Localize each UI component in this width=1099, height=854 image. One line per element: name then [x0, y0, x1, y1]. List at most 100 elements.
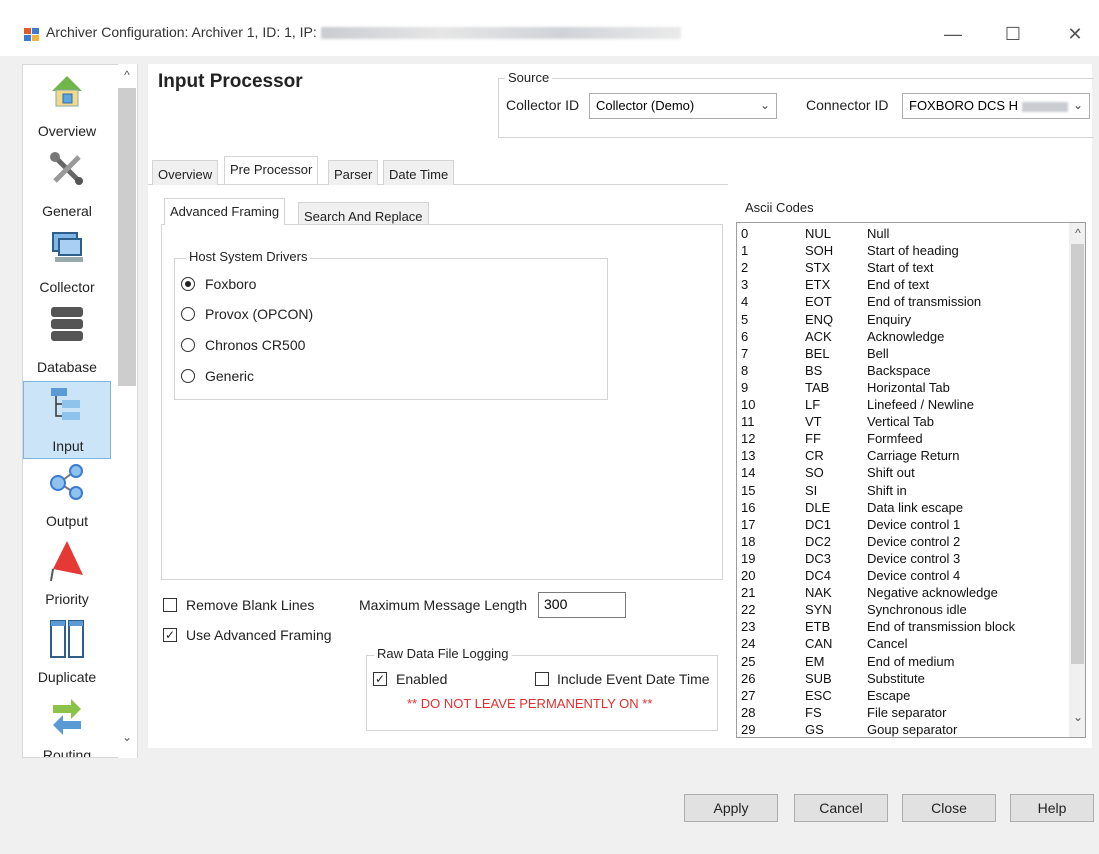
ascii-row[interactable]: 20 DC4 Device control 4 — [737, 567, 1067, 584]
ascii-row[interactable]: 25 EM End of medium — [737, 653, 1067, 670]
include-event-datetime-checkbox[interactable] — [535, 672, 549, 686]
remove-blank-lines-checkbox[interactable] — [163, 598, 177, 612]
ascii-scroll-down[interactable]: ⌄ — [1069, 710, 1087, 724]
ascii-scroll-thumb[interactable] — [1071, 244, 1084, 664]
ascii-code-number: 16 — [741, 499, 756, 515]
ascii-code-name: NAK — [805, 585, 832, 601]
ascii-row[interactable]: 22 SYN Synchronous idle — [737, 601, 1067, 618]
enabled-label: Enabled — [396, 671, 448, 687]
window-title: Archiver Configuration: Archiver 1, ID: … — [46, 24, 681, 40]
ascii-code-name: TAB — [805, 379, 830, 395]
enabled-checkbox[interactable]: ✓ — [373, 672, 387, 686]
ascii-row[interactable]: 17 DC1 Device control 1 — [737, 516, 1067, 533]
minimize-button[interactable]: — — [938, 22, 968, 46]
ascii-code-number: 24 — [741, 636, 756, 652]
ascii-code-number: 0 — [741, 226, 749, 241]
ascii-row[interactable]: 8 BS Backspace — [737, 362, 1067, 379]
source-group-title: Source — [505, 70, 553, 85]
max-message-length-label: Maximum Message Length — [359, 597, 528, 613]
nav-label: Collector — [39, 279, 95, 295]
cancel-button[interactable]: Cancel — [794, 794, 888, 822]
ascii-code-description: Substitute — [867, 670, 925, 686]
nav-label: Output — [45, 513, 89, 529]
nav-scroll-down[interactable]: ⌄ — [118, 730, 136, 744]
ascii-row[interactable]: 10 LF Linefeed / Newline — [737, 396, 1067, 413]
nav-item-output[interactable]: Output — [23, 461, 111, 537]
ascii-row[interactable]: 29 GS Goup separator — [737, 721, 1067, 737]
ascii-code-number: 23 — [741, 619, 756, 635]
ascii-row[interactable]: 27 ESC Escape — [737, 687, 1067, 704]
ascii-code-name: FF — [805, 431, 821, 447]
ascii-row[interactable]: 11 VT Vertical Tab — [737, 413, 1067, 430]
nav-scroll-thumb[interactable] — [118, 88, 136, 386]
ascii-row[interactable]: 23 ETB End of transmission block — [737, 618, 1067, 635]
close-button[interactable]: Close — [902, 794, 996, 822]
ascii-row[interactable]: 19 DC3 Device control 3 — [737, 550, 1067, 567]
ascii-row[interactable]: 24 CAN Cancel — [737, 635, 1067, 652]
ascii-row[interactable]: 5 ENQ Enquiry — [737, 311, 1067, 328]
ascii-code-number: 29 — [741, 721, 756, 737]
nav-item-duplicate[interactable]: Duplicate — [23, 617, 111, 693]
ascii-codes-list[interactable]: 0 NUL Null 1 SOH Start of heading 2 STX Start of… — [736, 222, 1086, 738]
nav-scroll-up[interactable]: ^ — [118, 68, 136, 82]
radio-button[interactable] — [181, 338, 195, 352]
ascii-row[interactable]: 21 NAK Negative acknowledge — [737, 584, 1067, 601]
connector-id-select[interactable]: FOXBORO DCS H ⌄ — [902, 93, 1090, 119]
ascii-row[interactable]: 4 EOT End of transmission — [737, 293, 1067, 310]
ascii-row[interactable]: 2 STX Start of text — [737, 259, 1067, 276]
tab-parser[interactable]: Parser — [328, 160, 379, 185]
ascii-row[interactable]: 28 FS File separator — [737, 704, 1067, 721]
max-message-length-input[interactable]: 300 — [538, 592, 626, 618]
ascii-row[interactable]: 12 FF Formfeed — [737, 430, 1067, 447]
ascii-code-number: 2 — [741, 260, 749, 276]
ascii-code-description: End of transmission — [867, 294, 982, 310]
nav-item-general[interactable]: General — [23, 145, 111, 221]
maximize-button[interactable]: ☐ — [998, 22, 1028, 46]
ascii-row[interactable]: 9 TAB Horizontal Tab — [737, 379, 1067, 396]
tab-date-time[interactable]: Date Time — [383, 160, 455, 185]
ascii-scroll-up[interactable]: ^ — [1069, 226, 1087, 240]
ascii-code-name: VT — [805, 414, 822, 430]
use-advanced-framing-checkbox[interactable]: ✓ — [163, 628, 177, 642]
nav-label: Overview — [37, 123, 97, 139]
nav-item-routing[interactable]: Routing — [23, 695, 111, 757]
ascii-code-name: LF — [805, 397, 821, 412]
ascii-row[interactable]: 6 ACK Acknowledge — [737, 328, 1067, 345]
ascii-row[interactable]: 14 SO Shift out — [737, 464, 1067, 481]
apply-button[interactable]: Apply — [684, 794, 778, 822]
ascii-code-name: CAN — [805, 636, 833, 652]
nav-item-database[interactable]: Database — [23, 301, 111, 377]
close-window-button[interactable]: ✕ — [1060, 22, 1090, 46]
nav-item-priority[interactable]: Priority — [23, 539, 111, 615]
app-icon — [24, 26, 40, 42]
ascii-code-name: ETB — [805, 619, 831, 635]
nav-item-overview[interactable]: Overview — [23, 67, 111, 143]
ascii-code-name: EM — [805, 653, 825, 669]
tab-pre-processor[interactable]: Pre Processor — [224, 156, 319, 184]
ascii-code-description: End of transmission block — [867, 619, 1016, 635]
subtab-advanced-framing[interactable]: Advanced Framing — [164, 198, 286, 225]
collector-id-select[interactable]: Collector (Demo) ⌄ — [589, 93, 777, 119]
ascii-row[interactable]: 15 SI Shift in — [737, 482, 1067, 499]
ascii-row[interactable]: 3 ETX End of text — [737, 276, 1067, 293]
ascii-row[interactable]: 26 SUB Substitute — [737, 670, 1067, 687]
ascii-row[interactable]: 7 BEL Bell — [737, 345, 1067, 362]
ascii-code-description: Bell — [867, 345, 889, 361]
radio-button[interactable] — [181, 277, 195, 291]
ascii-row[interactable]: 0 NUL Null — [737, 225, 1067, 242]
help-button[interactable]: Help — [1010, 794, 1094, 822]
ascii-row[interactable]: 18 DC2 Device control 2 — [737, 533, 1067, 550]
tab-overview[interactable]: Overview — [152, 160, 219, 185]
radio-button[interactable] — [181, 369, 195, 383]
ascii-code-description: Start of text — [867, 260, 934, 276]
ascii-code-number: 26 — [741, 670, 756, 686]
ascii-code-number: 21 — [741, 585, 756, 601]
subtab-search-and-replace[interactable]: Search And Replace — [298, 202, 429, 224]
radio-button[interactable] — [181, 307, 195, 321]
ascii-code-number: 17 — [741, 516, 756, 532]
ascii-row[interactable]: 1 SOH Start of heading — [737, 242, 1067, 259]
ascii-row[interactable]: 13 CR Carriage Return — [737, 447, 1067, 464]
ascii-row[interactable]: 16 DLE Data link escape — [737, 499, 1067, 516]
nav-item-input[interactable]: Input — [23, 381, 111, 459]
nav-item-collector[interactable]: Collector — [23, 223, 111, 299]
